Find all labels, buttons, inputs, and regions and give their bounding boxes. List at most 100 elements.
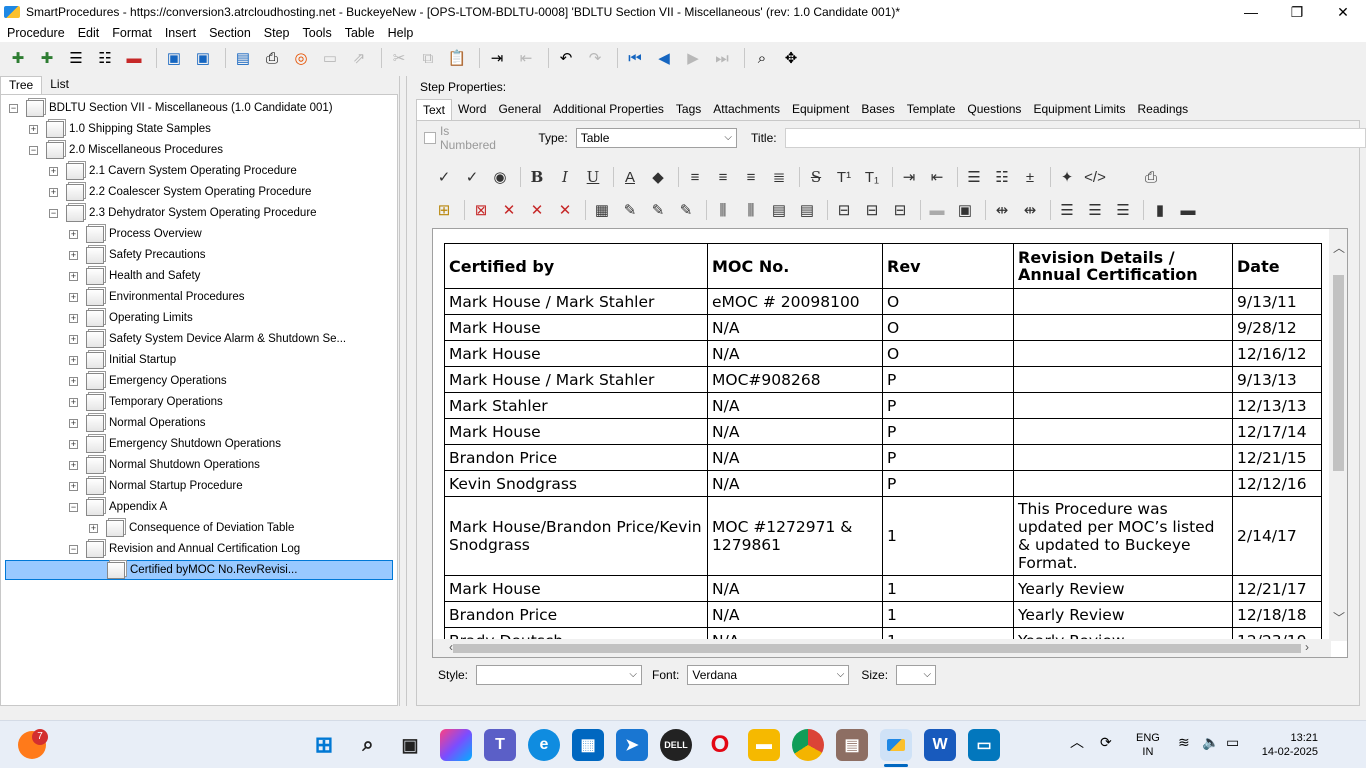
print-icon[interactable]: ⎙ xyxy=(260,46,284,70)
cell-date[interactable]: 12/21/15 xyxy=(1232,444,1322,471)
battery-icon[interactable]: ▭ xyxy=(1226,735,1239,749)
cell-rev[interactable]: O xyxy=(882,314,1014,341)
tree-item[interactable]: − 2.3 Dehydrator System Operating Procedu… xyxy=(49,203,317,223)
cell-revision-details[interactable] xyxy=(1013,314,1233,341)
cell-revision-details[interactable] xyxy=(1013,418,1233,445)
windows-start-icon[interactable]: ⊞ xyxy=(308,729,340,761)
redo-icon[interactable]: ↷ xyxy=(583,46,607,70)
menu-step[interactable]: Step xyxy=(264,26,290,40)
valign-bottom-icon[interactable]: ☰ xyxy=(1111,198,1135,222)
tree-item[interactable]: + Initial Startup xyxy=(69,350,176,370)
cell-date[interactable]: 12/18/18 xyxy=(1232,601,1322,628)
list-icon[interactable]: ☰ xyxy=(64,46,88,70)
thesaurus-icon[interactable]: ◉ xyxy=(488,165,512,189)
restore-icon[interactable]: ❐ xyxy=(1274,0,1320,24)
tab-template[interactable]: Template xyxy=(901,99,962,120)
cell-certified-by[interactable]: Mark House xyxy=(444,575,708,602)
smartprocedures-taskbar-icon[interactable] xyxy=(880,729,912,761)
dell-icon[interactable]: DELL xyxy=(660,729,692,761)
cell-date[interactable]: 9/13/13 xyxy=(1232,366,1322,393)
cell-rev[interactable]: O xyxy=(882,288,1014,315)
edge-icon[interactable]: e xyxy=(528,729,560,761)
cell-moc-no[interactable]: N/A xyxy=(707,314,883,341)
tree-item[interactable]: +2.2 Coalescer System Operating Procedur… xyxy=(49,182,311,202)
cell-disabled-icon[interactable]: ▬ xyxy=(925,198,949,222)
decrease-indent-icon[interactable]: ⇤ xyxy=(925,165,949,189)
expand-icon[interactable]: + xyxy=(69,334,78,344)
copy-icon[interactable]: ⧉ xyxy=(416,46,440,70)
vertical-scroll-thumb[interactable] xyxy=(1333,275,1344,471)
expand-icon[interactable]: + xyxy=(69,418,78,428)
menu-section[interactable]: Section xyxy=(209,26,251,40)
language-indicator[interactable]: ENG IN xyxy=(1136,731,1160,759)
cell-rev[interactable]: P xyxy=(882,470,1014,497)
expand-icon[interactable]: + xyxy=(69,292,78,302)
undo-icon[interactable]: ↶ xyxy=(554,46,578,70)
expand-icon[interactable]: + xyxy=(69,271,78,281)
table-grid-icon[interactable]: ▦ xyxy=(590,198,614,222)
superscript-icon[interactable]: T¹ xyxy=(832,165,856,189)
expand-icon[interactable]: + xyxy=(69,250,78,260)
text-editor[interactable]: Certified by MOC No. Rev Revision Detail… xyxy=(432,228,1348,658)
move-icon[interactable]: ✥ xyxy=(779,46,803,70)
cell-moc-no[interactable]: N/A xyxy=(707,601,883,628)
file-explorer-icon[interactable]: ▬ xyxy=(748,729,780,761)
tab-equipment[interactable]: Equipment xyxy=(786,99,855,120)
publish-icon[interactable]: ▤ xyxy=(231,46,255,70)
collapse-icon[interactable]: − xyxy=(69,502,78,512)
table-edit-icon[interactable]: ✎ xyxy=(618,198,642,222)
tab-readings[interactable]: Readings xyxy=(1131,99,1194,120)
header-certified-by[interactable]: Certified by xyxy=(444,243,708,289)
expand-icon[interactable]: + xyxy=(69,397,78,407)
tree-item[interactable]: + Emergency Operations xyxy=(69,371,227,391)
copilot-icon[interactable] xyxy=(440,729,472,761)
numbered-list-icon[interactable]: ☷ xyxy=(990,165,1014,189)
editor-horizontal-scrollbar[interactable]: ‹ › xyxy=(433,639,1331,657)
cell-certified-by[interactable]: Mark House xyxy=(444,418,708,445)
cell-rev[interactable]: P xyxy=(882,418,1014,445)
print-preview-icon[interactable]: ⎙ xyxy=(1139,165,1163,189)
last-icon[interactable]: ⏭ xyxy=(710,46,734,70)
menu-procedure[interactable]: Procedure xyxy=(7,26,65,40)
editor-vertical-scrollbar[interactable]: ︿ ﹀ xyxy=(1329,229,1347,641)
split-cell-icon[interactable]: ⊟ xyxy=(860,198,884,222)
cell-revision-details[interactable] xyxy=(1013,444,1233,471)
increase-indent-icon[interactable]: ⇥ xyxy=(897,165,921,189)
cell-moc-no[interactable]: N/A xyxy=(707,392,883,419)
expand-icon[interactable]: + xyxy=(69,313,78,323)
tree-item[interactable]: + Temporary Operations xyxy=(69,392,223,412)
cell-revision-details[interactable] xyxy=(1013,340,1233,367)
refresh-icon[interactable]: ◎ xyxy=(289,46,313,70)
header-moc-no[interactable]: MOC No. xyxy=(707,243,883,289)
cell-edit-icon[interactable]: ✎ xyxy=(646,198,670,222)
merge-cells-icon[interactable]: ⊟ xyxy=(832,198,856,222)
cell-moc-no[interactable]: N/A xyxy=(707,444,883,471)
cell-moc-no[interactable]: MOC #1272971 & 1279861 xyxy=(707,496,883,576)
menu-format[interactable]: Format xyxy=(112,26,152,40)
collapse-icon[interactable]: − xyxy=(9,103,18,113)
insert-column-left-icon[interactable]: ⫼ xyxy=(711,198,735,222)
collapse-icon[interactable]: − xyxy=(69,544,78,554)
expand-icon[interactable]: + xyxy=(49,166,58,176)
cell-revision-details[interactable]: Yearly Review xyxy=(1013,601,1233,628)
header-rev[interactable]: Rev xyxy=(882,243,1014,289)
delete-row-icon[interactable]: ✕ xyxy=(497,198,521,222)
tree-item[interactable]: + Environmental Procedures xyxy=(69,287,245,307)
tree-item[interactable]: + Safety Precautions xyxy=(69,245,206,265)
cell-date[interactable]: 12/13/13 xyxy=(1232,392,1322,419)
image-icon[interactable]: ▭ xyxy=(318,46,342,70)
underline-icon[interactable]: U xyxy=(581,165,605,189)
search-icon[interactable]: ⌕ xyxy=(352,729,384,761)
expand-icon[interactable]: + xyxy=(49,187,58,197)
cell-revision-details[interactable] xyxy=(1013,470,1233,497)
cell-format-icon[interactable]: ▣ xyxy=(953,198,977,222)
cell-date[interactable]: 12/21/17 xyxy=(1232,575,1322,602)
tree-item[interactable]: + Safety System Device Alarm & Shutdown S… xyxy=(69,329,346,349)
delete-column-icon[interactable]: ✕ xyxy=(525,198,549,222)
cell-rev[interactable]: 1 xyxy=(882,575,1014,602)
save-copy-icon[interactable]: ▣ xyxy=(162,46,186,70)
cell-revision-details[interactable] xyxy=(1013,392,1233,419)
delete-cell-icon[interactable]: ✕ xyxy=(553,198,577,222)
tab-attachments[interactable]: Attachments xyxy=(707,99,786,120)
cell-date[interactable]: 2/14/17 xyxy=(1232,496,1322,576)
